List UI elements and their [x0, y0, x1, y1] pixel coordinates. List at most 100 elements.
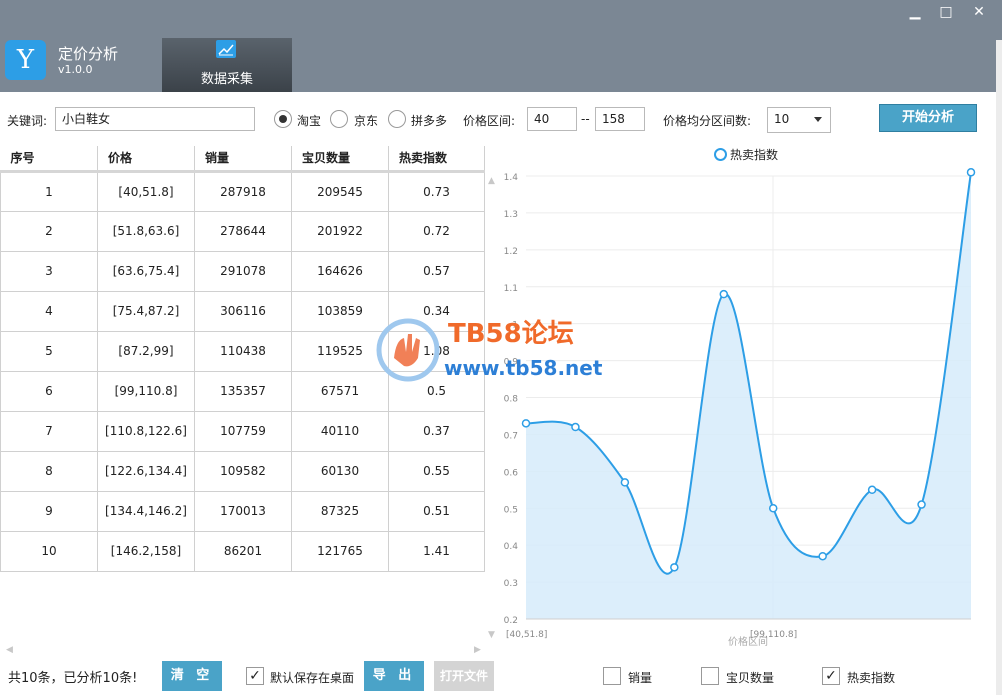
toggle-hot-index-checkbox[interactable]: ✓ — [822, 667, 840, 685]
column-header[interactable]: 价格 — [97, 146, 195, 173]
data-point — [818, 551, 827, 561]
table-cell: 0.73 — [388, 171, 485, 212]
x-axis-title: 价格区间 — [728, 635, 768, 648]
title-bar: Y 定价分析 v1.0.0 数据采集 ▁ □ ✕ — [0, 0, 1002, 92]
table-cell: 201922 — [291, 211, 389, 252]
scroll-left-arrow-icon[interactable]: ◀ — [6, 645, 13, 655]
table-cell: 119525 — [291, 331, 389, 372]
platform-pdd-radio[interactable] — [388, 110, 406, 128]
table-cell: 291078 — [194, 251, 292, 292]
table-cell: 287918 — [194, 171, 292, 212]
price-range-label: 价格区间: — [463, 114, 516, 128]
save-default-checkbox[interactable]: ✓ — [246, 667, 264, 685]
intervals-label: 价格均分区间数: — [663, 114, 752, 128]
hot-index-chart: 0.20.30.40.50.60.70.80.911.11.21.31.4[40… — [504, 168, 976, 648]
table-cell: [110.8,122.6] — [97, 411, 195, 452]
table-row[interactable]: 8 [122.6,134.4] 109582 60130 0.55 — [0, 451, 485, 492]
table-cell: 1 — [0, 171, 98, 212]
price-range-separator: -- — [581, 112, 590, 126]
table-cell: [75.4,87.2] — [97, 291, 195, 332]
column-header[interactable]: 宝贝数量 — [291, 146, 389, 173]
chevron-down-icon — [814, 117, 822, 122]
table-cell: [63.6,75.4] — [97, 251, 195, 292]
table-cell: 164626 — [291, 251, 389, 292]
keyword-input[interactable]: 小白鞋女 — [55, 107, 255, 131]
platform-pdd-label: 拼多多 — [411, 114, 448, 128]
table-header-row: 序号 价格 销量 宝贝数量 热卖指数 — [0, 146, 485, 173]
column-header[interactable]: 序号 — [0, 146, 98, 173]
intervals-value: 10 — [774, 112, 790, 126]
watermark-url: www.tb58.net — [444, 356, 603, 380]
platform-jd-label: 京东 — [354, 114, 379, 128]
app-logo-icon: Y — [5, 40, 46, 80]
y-tick-label: 1.4 — [504, 173, 519, 183]
table-row[interactable]: 10 [146.2,158] 86201 121765 1.41 — [0, 531, 485, 572]
toggle-sales-checkbox[interactable] — [603, 667, 621, 685]
intervals-select[interactable]: 10 — [767, 107, 831, 133]
table-cell: 110438 — [194, 331, 292, 372]
table-cell: 60130 — [291, 451, 389, 492]
column-header[interactable]: 热卖指数 — [388, 146, 485, 173]
table-cell: 67571 — [291, 371, 389, 412]
minimize-icon[interactable]: ▁ — [906, 4, 924, 20]
price-min-input[interactable]: 40 — [527, 107, 577, 131]
tab-data-collection[interactable]: 数据采集 — [162, 38, 292, 92]
table-cell: 9 — [0, 491, 98, 532]
data-point — [521, 419, 531, 428]
y-tick-label: 1.1 — [504, 284, 518, 294]
table-cell: [134.4,146.2] — [97, 491, 195, 532]
close-icon[interactable]: ✕ — [970, 4, 988, 20]
y-tick-label: 0.7 — [504, 431, 518, 441]
table-cell: [99,110.8] — [97, 371, 195, 412]
platform-taobao-radio[interactable] — [274, 110, 292, 128]
table-cell: 135357 — [194, 371, 292, 412]
platform-jd-radio[interactable] — [330, 110, 348, 128]
table-cell: 7 — [0, 411, 98, 452]
y-tick-label: 0.3 — [504, 579, 518, 589]
table-row[interactable]: 9 [134.4,146.2] 170013 87325 0.51 — [0, 491, 485, 532]
tab-label: 数据采集 — [200, 72, 253, 87]
column-header[interactable]: 销量 — [194, 146, 292, 173]
series-area — [526, 172, 971, 619]
table-cell: 3 — [0, 251, 98, 292]
search-toolbar: 关键词: 小白鞋女 淘宝 京东 拼多多 价格区间: 40 -- 158 价格均分… — [0, 92, 1002, 146]
data-point — [571, 422, 580, 432]
table-row[interactable]: 3 [63.6,75.4] 291078 164626 0.57 — [0, 251, 485, 292]
summary-text: 共10条，已分析10条! — [8, 671, 138, 686]
table-cell: 8 — [0, 451, 98, 492]
data-point — [966, 168, 976, 177]
platform-taobao-label: 淘宝 — [297, 114, 322, 128]
toggle-item-count-label: 宝贝数量 — [726, 671, 775, 685]
table-row[interactable]: 1 [40,51.8] 287918 209545 0.73 — [0, 171, 485, 212]
start-analysis-button[interactable]: 开始分析 — [879, 104, 977, 132]
open-file-button[interactable]: 打开文件 — [434, 661, 494, 691]
keyword-label: 关键词: — [7, 114, 48, 128]
table-cell: 109582 — [194, 451, 292, 492]
maximize-icon[interactable]: □ — [937, 4, 955, 20]
table-cell: [40,51.8] — [97, 171, 195, 212]
table-cell: 6 — [0, 371, 98, 412]
table-row[interactable]: 2 [51.8,63.6] 278644 201922 0.72 — [0, 211, 485, 252]
table-cell: 107759 — [194, 411, 292, 452]
table-cell: 40110 — [291, 411, 389, 452]
table-cell: 278644 — [194, 211, 292, 252]
table-cell: 170013 — [194, 491, 292, 532]
table-cell: 0.51 — [388, 491, 485, 532]
app-title: 定价分析 — [58, 45, 119, 63]
table-row[interactable]: 7 [110.8,122.6] 107759 40110 0.37 — [0, 411, 485, 452]
toggle-hot-index-label: 热卖指数 — [847, 671, 896, 685]
scroll-right-arrow-icon[interactable]: ▶ — [474, 645, 481, 655]
price-max-input[interactable]: 158 — [595, 107, 645, 131]
footer-bar: 共10条，已分析10条! 清 空 ✓ 默认保存在桌面 导 出 打开文件 销量 宝… — [0, 655, 1002, 695]
table-cell: [122.6,134.4] — [97, 451, 195, 492]
table-cell: 1.41 — [388, 531, 485, 572]
table-cell: [51.8,63.6] — [97, 211, 195, 252]
clear-button[interactable]: 清 空 — [162, 661, 222, 691]
table-cell: 121765 — [291, 531, 389, 572]
data-point — [620, 478, 630, 487]
toggle-item-count-checkbox[interactable] — [701, 667, 719, 685]
x-tick-label: [40,51.8] — [506, 630, 547, 640]
table-cell: 0.37 — [388, 411, 485, 452]
table-cell: 0.55 — [388, 451, 485, 492]
export-button[interactable]: 导 出 — [364, 661, 424, 691]
